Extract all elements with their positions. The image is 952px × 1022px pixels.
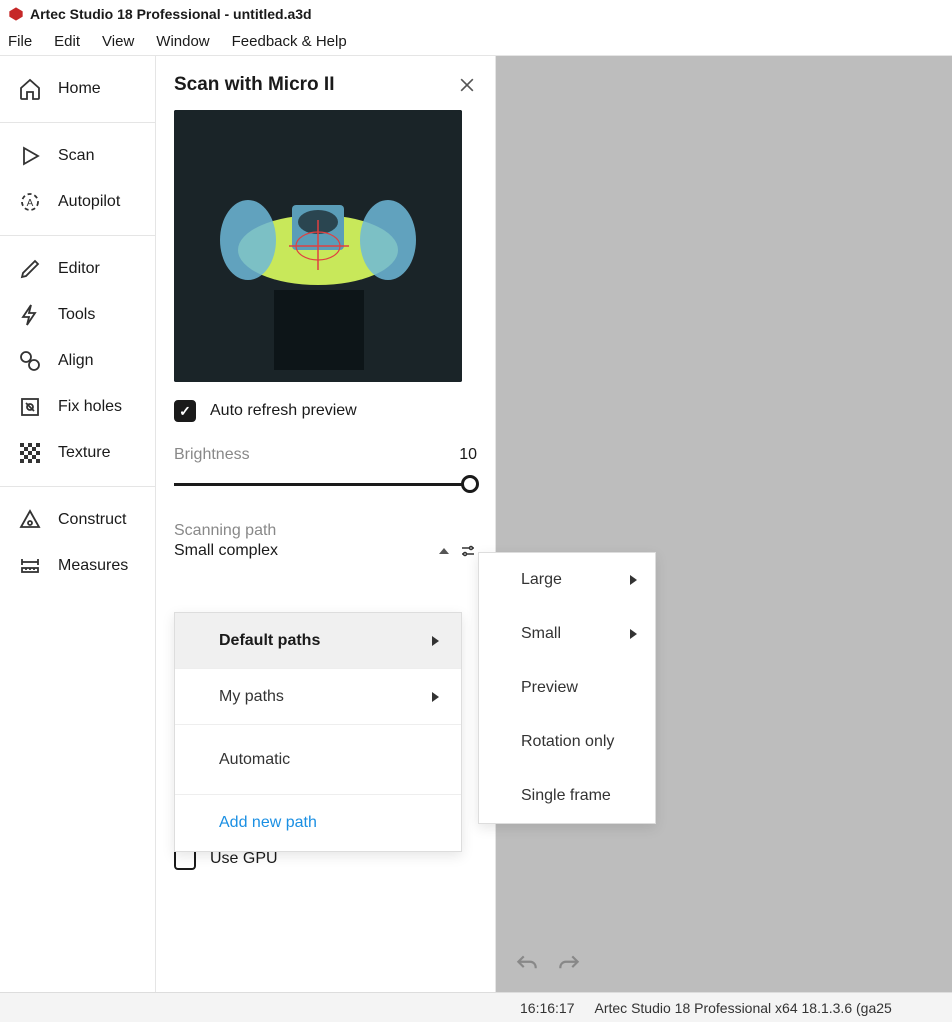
titlebar: Artec Studio 18 Professional - untitled.…: [0, 0, 952, 28]
sidebar-item-editor[interactable]: Editor: [0, 246, 155, 292]
submenu-item-label: Small: [521, 625, 561, 643]
sidebar-item-label: Scan: [58, 147, 94, 165]
statusbar: 16:16:17 Artec Studio 18 Professional x6…: [0, 992, 952, 1022]
status-text: Artec Studio 18 Professional x64 18.1.3.…: [595, 1000, 892, 1016]
window-title: Artec Studio 18 Professional - untitled.…: [30, 6, 312, 22]
use-gpu-label: Use GPU: [210, 850, 278, 868]
viewport[interactable]: [496, 56, 952, 992]
app-icon: [8, 6, 24, 22]
pencil-icon: [18, 257, 42, 281]
brightness-slider: Brightness 10: [174, 446, 477, 494]
brightness-track[interactable]: [174, 474, 477, 494]
status-time: 16:16:17: [520, 1000, 575, 1016]
redo-icon[interactable]: [556, 952, 582, 978]
scanning-path-dropdown: Default paths My paths Automatic Add new…: [174, 612, 462, 852]
brightness-value: 10: [459, 446, 477, 464]
sidebar-item-label: Tools: [58, 306, 95, 324]
sidebar-item-construct[interactable]: Construct: [0, 497, 155, 543]
scan-panel: Scan with Micro II Auto refresh preview: [156, 56, 496, 992]
dropdown-item-add-new-path[interactable]: Add new path: [175, 795, 461, 851]
dropdown-item-label: Add new path: [219, 814, 317, 832]
submenu-item-label: Preview: [521, 679, 578, 697]
sidebar-item-autopilot[interactable]: A Autopilot: [0, 179, 155, 225]
brightness-handle[interactable]: [461, 475, 479, 493]
sidebar-item-texture[interactable]: Texture: [0, 430, 155, 476]
dropdown-item-automatic[interactable]: Automatic: [175, 725, 461, 795]
scanning-path-label: Scanning path: [174, 522, 477, 540]
submenu-item-large[interactable]: Large: [479, 553, 655, 607]
menu-feedback[interactable]: Feedback & Help: [232, 33, 347, 50]
menubar: File Edit View Window Feedback & Help: [0, 28, 952, 56]
dropdown-item-label: Default paths: [219, 632, 320, 650]
submenu-item-label: Large: [521, 571, 562, 589]
sidebar-item-label: Fix holes: [58, 398, 122, 416]
sidebar-item-tools[interactable]: Tools: [0, 292, 155, 338]
sidebar-item-label: Editor: [58, 260, 100, 278]
menu-window[interactable]: Window: [156, 33, 209, 50]
sidebar-item-align[interactable]: Align: [0, 338, 155, 384]
scan-preview: [174, 110, 462, 382]
undo-icon[interactable]: [514, 952, 540, 978]
menu-edit[interactable]: Edit: [54, 33, 80, 50]
texture-icon: [18, 441, 42, 465]
submenu-item-label: Rotation only: [521, 733, 614, 751]
close-icon[interactable]: [457, 75, 477, 95]
measures-icon: [18, 554, 42, 578]
menu-file[interactable]: File: [8, 33, 32, 50]
svg-text:A: A: [27, 198, 34, 209]
scanning-path-value: Small complex: [174, 542, 278, 560]
home-icon: [18, 77, 42, 101]
submenu-item-single-frame[interactable]: Single frame: [479, 769, 655, 823]
scanning-path-submenu: Large Small Preview Rotation only Single…: [478, 552, 656, 824]
dropdown-item-my-paths[interactable]: My paths: [175, 669, 461, 725]
submenu-item-preview[interactable]: Preview: [479, 661, 655, 715]
bolt-icon: [18, 303, 42, 327]
sliders-icon[interactable]: [459, 542, 477, 560]
chevron-right-icon: [432, 692, 439, 702]
dropdown-item-default-paths[interactable]: Default paths: [175, 613, 461, 669]
sidebar-item-label: Home: [58, 80, 101, 98]
dropdown-item-label: Automatic: [219, 751, 290, 769]
scanning-path-select[interactable]: Small complex: [174, 542, 477, 560]
submenu-item-small[interactable]: Small: [479, 607, 655, 661]
chevron-up-icon: [439, 548, 449, 554]
sidebar-item-label: Construct: [58, 511, 126, 529]
sidebar: Home Scan A Autopilot Editor Tools: [0, 56, 156, 992]
sidebar-item-home[interactable]: Home: [0, 66, 155, 112]
chevron-right-icon: [630, 629, 637, 639]
auto-refresh-label: Auto refresh preview: [210, 402, 357, 420]
chevron-right-icon: [432, 636, 439, 646]
construct-icon: [18, 508, 42, 532]
sidebar-item-label: Align: [58, 352, 94, 370]
autopilot-icon: A: [18, 190, 42, 214]
submenu-item-rotation-only[interactable]: Rotation only: [479, 715, 655, 769]
sidebar-item-scan[interactable]: Scan: [0, 133, 155, 179]
sidebar-item-fixholes[interactable]: Fix holes: [0, 384, 155, 430]
sidebar-item-measures[interactable]: Measures: [0, 543, 155, 589]
sidebar-item-label: Texture: [58, 444, 110, 462]
sidebar-item-label: Autopilot: [58, 193, 120, 211]
chevron-right-icon: [630, 575, 637, 585]
fixholes-icon: [18, 395, 42, 419]
align-icon: [18, 349, 42, 373]
menu-view[interactable]: View: [102, 33, 134, 50]
auto-refresh-checkbox[interactable]: [174, 400, 196, 422]
submenu-item-label: Single frame: [521, 787, 611, 805]
sidebar-item-label: Measures: [58, 557, 128, 575]
brightness-label: Brightness: [174, 446, 250, 464]
play-icon: [18, 144, 42, 168]
dropdown-item-label: My paths: [219, 688, 284, 706]
panel-title: Scan with Micro II: [174, 74, 334, 96]
